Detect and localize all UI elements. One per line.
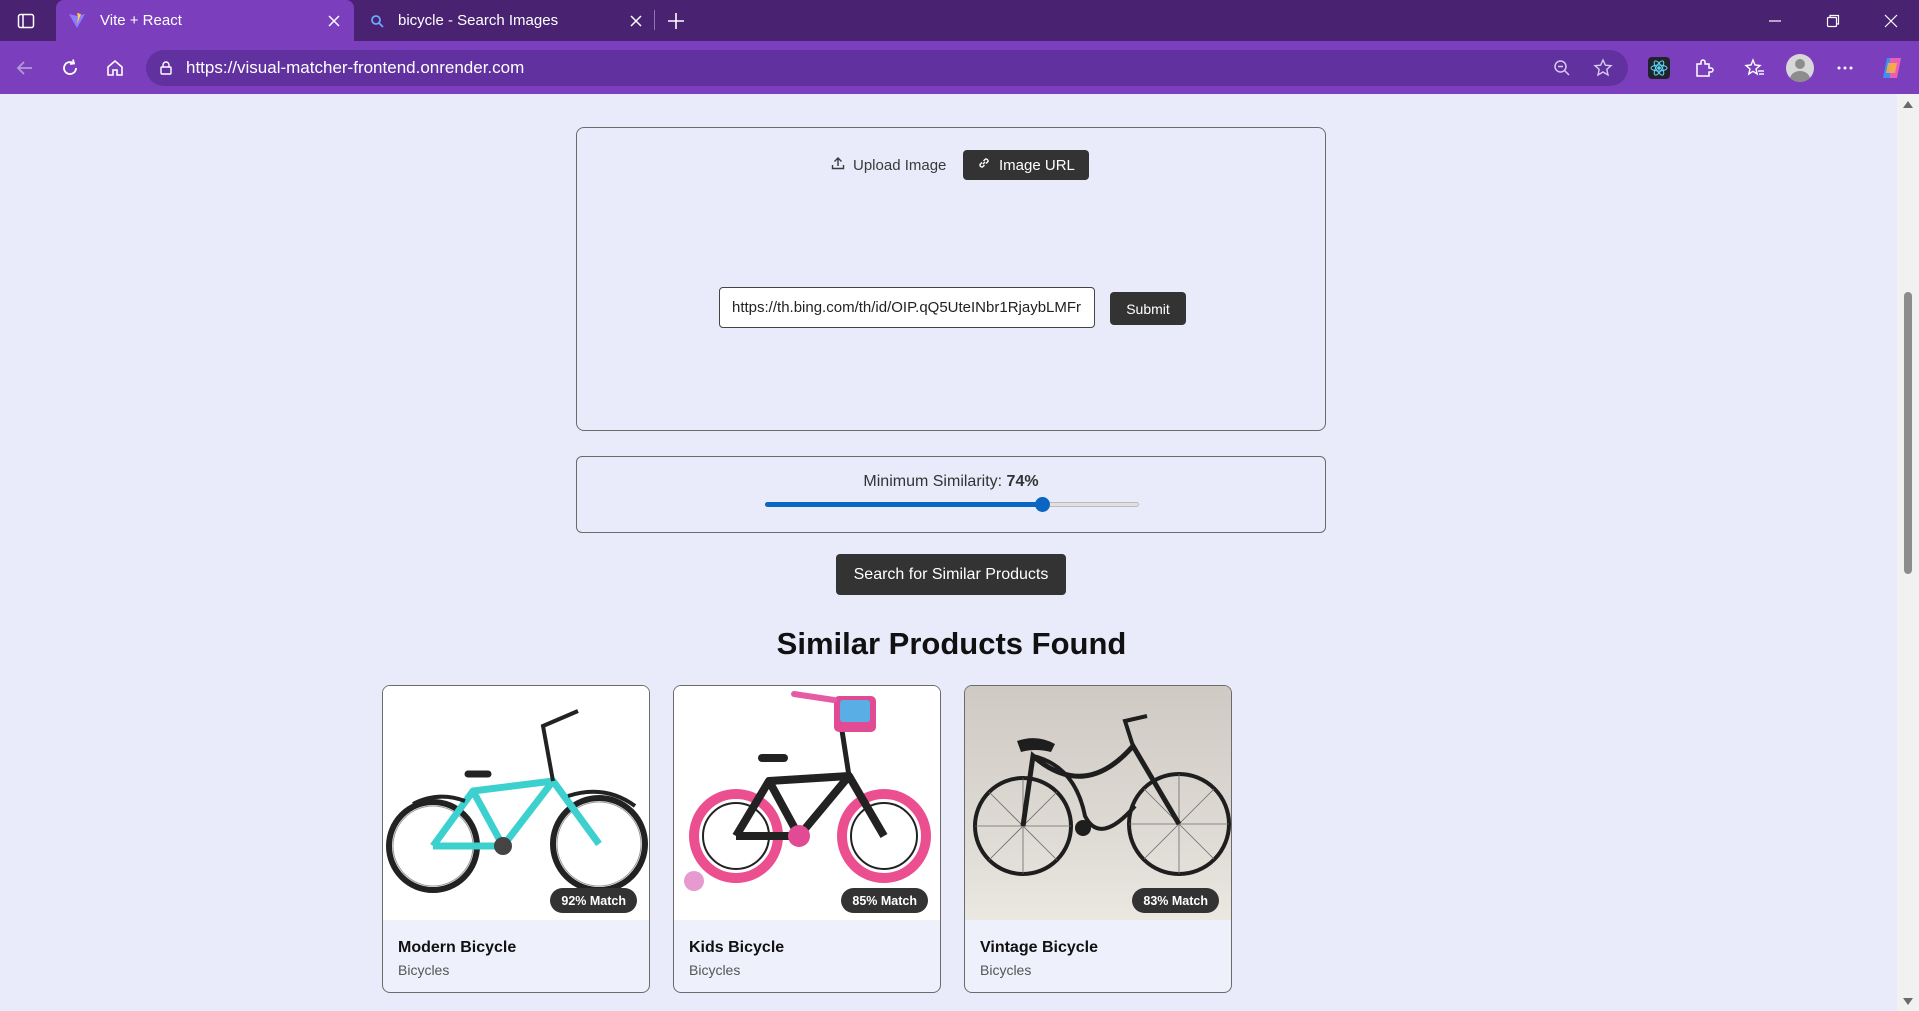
similarity-value: 74% <box>1006 473 1039 490</box>
scroll-down-arrow-icon[interactable] <box>1903 998 1913 1005</box>
similarity-slider-fill <box>765 502 1042 507</box>
product-category: Bicycles <box>398 962 450 978</box>
product-image-modern-bicycle: 92% Match <box>383 686 649 920</box>
home-icon[interactable] <box>100 53 130 83</box>
similarity-panel: Minimum Similarity: 74% <box>576 456 1326 533</box>
product-category: Bicycles <box>980 962 1032 978</box>
react-devtools-icon[interactable] <box>1644 53 1674 83</box>
tab-title: bicycle - Search Images <box>398 12 559 29</box>
image-url-input[interactable]: https://th.bing.com/th/id/OIP.qQ5UteINbr… <box>719 287 1095 328</box>
upload-image-label: Upload Image <box>853 156 947 174</box>
copilot-icon[interactable] <box>1877 53 1907 83</box>
match-badge: 83% Match <box>1132 888 1219 913</box>
url-text: https://visual-matcher-frontend.onrender… <box>186 58 525 77</box>
profile-avatar[interactable] <box>1785 53 1815 83</box>
image-url-button[interactable]: Image URL <box>963 150 1089 180</box>
image-input-panel: Upload Image Image URL https://th.bing.c… <box>576 127 1326 431</box>
vite-icon <box>68 12 86 30</box>
address-bar[interactable]: https://visual-matcher-frontend.onrender… <box>146 50 1628 86</box>
close-tab-icon[interactable] <box>320 7 348 35</box>
product-name: Kids Bicycle <box>689 939 785 956</box>
results-title: Similar Products Found <box>776 626 1127 661</box>
minimize-icon[interactable] <box>1747 0 1803 41</box>
upload-image-button[interactable]: Upload Image <box>817 150 960 180</box>
product-card[interactable]: 92% Match Modern Bicycle Bicycles <box>382 685 650 993</box>
new-tab-icon[interactable] <box>661 6 691 36</box>
image-url-label: Image URL <box>999 156 1075 174</box>
restore-icon[interactable] <box>1805 0 1861 41</box>
tab-divider <box>654 10 655 30</box>
product-image-kids-bicycle: 85% Match <box>674 686 940 920</box>
refresh-icon[interactable] <box>55 53 85 83</box>
tab-bicycle-search[interactable]: bicycle - Search Images <box>358 0 656 41</box>
sidebar-toggle-icon[interactable] <box>12 7 40 35</box>
match-badge: 85% Match <box>841 888 928 913</box>
extensions-icon[interactable] <box>1689 53 1719 83</box>
search-icon <box>370 14 384 28</box>
product-category: Bicycles <box>689 962 741 978</box>
tab-strip: Vite + React bicycle - Search Images <box>0 0 1919 41</box>
close-tab-icon[interactable] <box>622 7 650 35</box>
navigation-toolbar: https://visual-matcher-frontend.onrender… <box>0 41 1919 94</box>
product-name: Vintage Bicycle <box>980 939 1098 956</box>
product-image-vintage-bicycle: 83% Match <box>965 686 1231 920</box>
product-name: Modern Bicycle <box>398 939 517 956</box>
match-badge: 92% Match <box>550 888 637 913</box>
page-viewport: Upload Image Image URL https://th.bing.c… <box>6 94 1897 1011</box>
product-card[interactable]: 83% Match Vintage Bicycle Bicycles <box>964 685 1232 993</box>
link-icon <box>977 156 991 174</box>
submit-button[interactable]: Submit <box>1110 292 1186 325</box>
favorite-star-icon[interactable] <box>1588 53 1618 83</box>
close-window-icon[interactable] <box>1863 0 1919 41</box>
tab-title: Vite + React <box>100 12 182 29</box>
scroll-up-arrow-icon[interactable] <box>1903 101 1913 108</box>
favorites-icon[interactable] <box>1740 53 1770 83</box>
similarity-slider-thumb[interactable] <box>1035 497 1050 512</box>
similarity-label: Minimum Similarity: 74% <box>863 473 1039 490</box>
page-scrollbar[interactable] <box>1897 94 1919 1011</box>
tab-vite-react[interactable]: Vite + React <box>56 0 354 41</box>
back-icon[interactable] <box>10 53 40 83</box>
more-options-icon[interactable] <box>1830 53 1860 83</box>
product-card[interactable]: 85% Match Kids Bicycle Bicycles <box>673 685 941 993</box>
zoom-icon[interactable] <box>1547 53 1577 83</box>
search-similar-products-button[interactable]: Search for Similar Products <box>836 554 1066 595</box>
upload-icon <box>831 156 845 174</box>
scrollbar-thumb[interactable] <box>1904 292 1912 574</box>
site-info-icon[interactable] <box>158 60 174 76</box>
